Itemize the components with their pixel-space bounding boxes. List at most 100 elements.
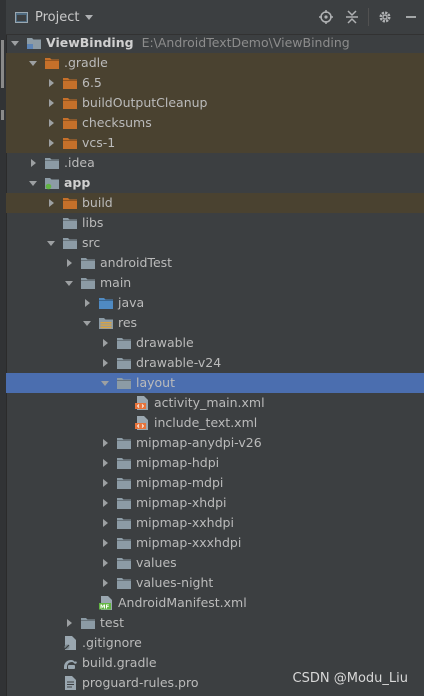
node-path: E:\AndroidTextDemo\ViewBinding <box>141 35 350 50</box>
collapsed-arrow-icon[interactable] <box>46 93 58 113</box>
hide-panel-button[interactable] <box>398 4 424 30</box>
tree-node-label: src <box>82 233 100 253</box>
tree-row-mipmap-xxhdpi[interactable]: mipmap-xxhdpi <box>6 513 424 533</box>
collapsed-arrow-icon[interactable] <box>100 573 112 593</box>
tree-node-label: AndroidManifest.xml <box>118 593 247 613</box>
collapsed-arrow-icon[interactable] <box>100 493 112 513</box>
tree-node-label: build.gradle <box>82 653 157 673</box>
collapsed-arrow-icon[interactable] <box>28 153 40 173</box>
folder-icon <box>80 276 96 290</box>
node-name: mipmap-hdpi <box>136 455 220 470</box>
tree-row-mipmap-anydpi-v26[interactable]: mipmap-anydpi-v26 <box>6 433 424 453</box>
folder-icon <box>80 256 96 270</box>
folder-icon <box>116 456 132 470</box>
node-name: values <box>136 555 177 570</box>
collapsed-arrow-icon[interactable] <box>100 353 112 373</box>
folder-icon <box>116 556 132 570</box>
tree-row-include-text-xml[interactable]: include_text.xml <box>6 413 424 433</box>
node-name: mipmap-mdpi <box>136 475 224 490</box>
folder-icon <box>116 436 132 450</box>
tree-row-androidtest[interactable]: androidTest <box>6 253 424 273</box>
expanded-arrow-icon[interactable] <box>10 33 22 53</box>
collapsed-arrow-icon[interactable] <box>82 293 94 313</box>
tree-row-viewbinding[interactable]: ViewBinding E:\AndroidTextDemo\ViewBindin… <box>6 33 424 53</box>
tree-row-checksums[interactable]: checksums <box>6 113 424 133</box>
tree-row-mipmap-xhdpi[interactable]: mipmap-xhdpi <box>6 493 424 513</box>
project-view-selector[interactable]: Project <box>35 10 79 25</box>
node-name: mipmap-anydpi-v26 <box>136 435 262 450</box>
expanded-arrow-icon[interactable] <box>28 53 40 73</box>
tree-row-mipmap-hdpi[interactable]: mipmap-hdpi <box>6 453 424 473</box>
expanded-arrow-icon[interactable] <box>82 313 94 333</box>
collapsed-arrow-icon[interactable] <box>100 333 112 353</box>
tree-row-mipmap-xxxhdpi[interactable]: mipmap-xxxhdpi <box>6 533 424 553</box>
tree-row-mipmap-mdpi[interactable]: mipmap-mdpi <box>6 473 424 493</box>
tree-row-app[interactable]: app <box>6 173 424 193</box>
settings-button[interactable] <box>372 4 398 30</box>
collapsed-arrow-icon[interactable] <box>46 73 58 93</box>
tree-row-libs[interactable]: libs <box>6 213 424 233</box>
tree-row-idea[interactable]: .idea <box>6 153 424 173</box>
folder-icon <box>116 476 132 490</box>
tree-row-6-5[interactable]: 6.5 <box>6 73 424 93</box>
collapsed-arrow-icon[interactable] <box>64 613 76 633</box>
collapsed-arrow-icon[interactable] <box>100 553 112 573</box>
tree-row-src[interactable]: src <box>6 233 424 253</box>
expanded-arrow-icon[interactable] <box>28 173 40 193</box>
xml-file-icon <box>134 416 150 430</box>
node-name: java <box>118 295 145 310</box>
node-name: app <box>64 175 91 190</box>
tree-row-values-night[interactable]: values-night <box>6 573 424 593</box>
tree-row-androidmanifest-xml[interactable]: MF AndroidManifest.xml <box>6 593 424 613</box>
collapsed-arrow-icon[interactable] <box>46 193 58 213</box>
tree-row-test[interactable]: test <box>6 613 424 633</box>
expanded-arrow-icon[interactable] <box>46 233 58 253</box>
tree-row-buildoutputcleanup[interactable]: buildOutputCleanup <box>6 93 424 113</box>
gradle-file-icon <box>62 656 78 670</box>
tree-row-build-gradle[interactable]: build.gradle <box>6 653 424 673</box>
collapsed-arrow-icon[interactable] <box>100 433 112 453</box>
tree-row-drawable-v24[interactable]: drawable-v24 <box>6 353 424 373</box>
node-name: .idea <box>64 155 95 170</box>
tree-node-label: res <box>118 313 137 333</box>
expanded-arrow-icon[interactable] <box>64 273 76 293</box>
collapsed-arrow-icon[interactable] <box>100 453 112 473</box>
collapsed-arrow-icon[interactable] <box>100 513 112 533</box>
tree-node-label: drawable <box>136 333 194 353</box>
tree-row-res[interactable]: res <box>6 313 424 333</box>
tree-node-label: vcs-1 <box>82 133 115 153</box>
folder-orange-icon <box>62 116 78 130</box>
tree-row-activity-main-xml[interactable]: activity_main.xml <box>6 393 424 413</box>
manifest-file-icon: MF <box>98 596 114 611</box>
tree-row-values[interactable]: values <box>6 553 424 573</box>
module-folder-icon <box>26 36 42 50</box>
tree-row-vcs-1[interactable]: vcs-1 <box>6 133 424 153</box>
tree-row-java[interactable]: java <box>6 293 424 313</box>
chevron-down-icon[interactable] <box>85 14 94 20</box>
collapsed-arrow-icon[interactable] <box>100 533 112 553</box>
tree-row-drawable[interactable]: drawable <box>6 333 424 353</box>
tree-row-main[interactable]: main <box>6 273 424 293</box>
node-name: drawable-v24 <box>136 355 222 370</box>
tree-row-layout[interactable]: layout <box>6 373 424 393</box>
tree-node-label: mipmap-xxhdpi <box>136 513 234 533</box>
locate-file-button[interactable] <box>313 4 339 30</box>
folder-blue-icon <box>98 296 114 310</box>
node-name: main <box>100 275 132 290</box>
collapsed-arrow-icon[interactable] <box>100 473 112 493</box>
folder-orange-icon <box>62 136 78 150</box>
node-name: layout <box>136 375 176 390</box>
collapsed-arrow-icon[interactable] <box>46 113 58 133</box>
folder-icon <box>62 216 78 230</box>
node-name: .gradle <box>64 55 108 70</box>
node-name: src <box>82 235 101 250</box>
collapsed-arrow-icon[interactable] <box>64 253 76 273</box>
node-name: values-night <box>136 575 214 590</box>
tree-node-label: drawable-v24 <box>136 353 221 373</box>
collapse-all-button[interactable] <box>339 4 365 30</box>
tree-row-gradle[interactable]: .gradle <box>6 53 424 73</box>
tree-row-gitignore[interactable]: .gitignore <box>6 633 424 653</box>
tree-row-build[interactable]: build <box>6 193 424 213</box>
collapsed-arrow-icon[interactable] <box>46 133 58 153</box>
expanded-arrow-icon[interactable] <box>100 373 112 393</box>
